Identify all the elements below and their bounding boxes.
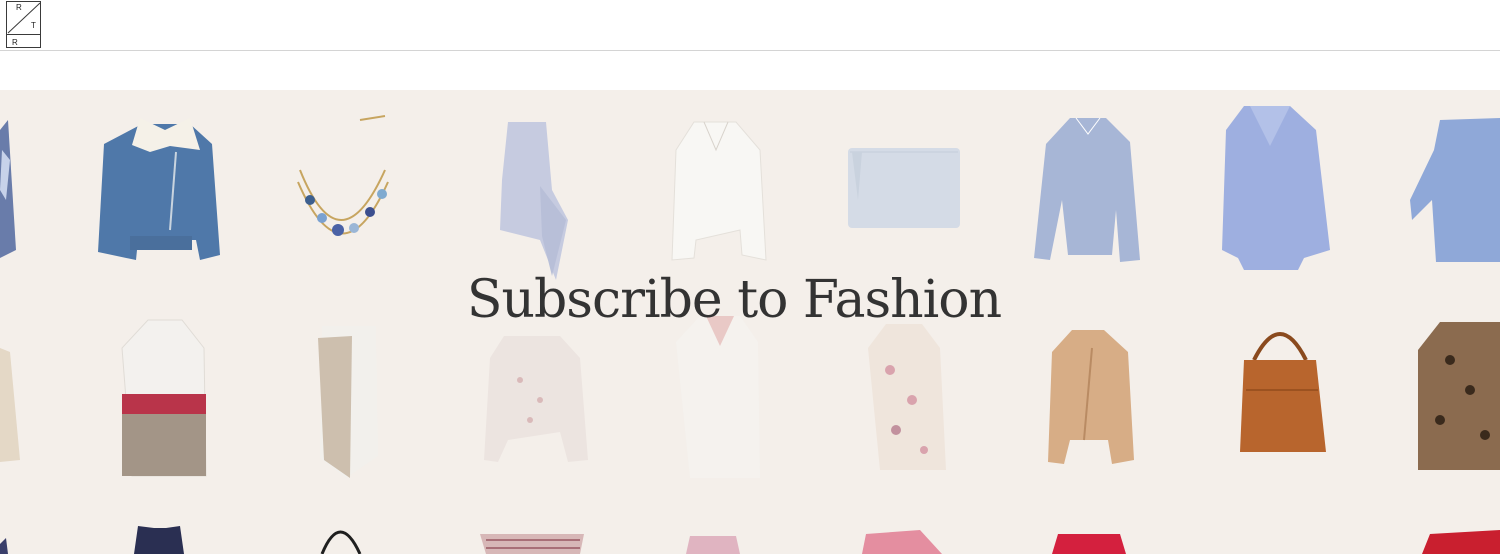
product-blue-clutch: [848, 148, 960, 228]
product-navy-dress: [134, 526, 184, 554]
product-bell-sleeve-dress: [1410, 118, 1500, 262]
product-striped-shirt: [1034, 117, 1140, 262]
logo-divider: [7, 34, 40, 35]
product-pink-top: [862, 530, 942, 554]
product-shift-dress: [318, 326, 378, 478]
site-header: R T R: [0, 0, 1500, 51]
logo-diagonal-icon: [7, 2, 41, 34]
product-leather-hobo-bag: [1240, 332, 1326, 452]
product-tan-moto-jacket: [1048, 330, 1134, 464]
logo-letter-t: T: [31, 21, 36, 30]
product-dress-partial: [0, 538, 8, 554]
product-knit-sweater: [484, 336, 588, 462]
product-floral-lace-dress: [868, 324, 946, 470]
product-leopard-coat: [1418, 322, 1500, 470]
product-ruffle-top: [500, 122, 568, 280]
product-red-dress: [1052, 534, 1126, 554]
product-black-bag: [320, 530, 362, 554]
rtr-logo[interactable]: R T R: [6, 1, 41, 48]
product-crystal-necklace: [297, 115, 389, 236]
logo-letter-r-top: R: [16, 3, 22, 12]
hero-headline: Subscribe to Fashion: [466, 270, 1002, 330]
product-lace-top: [0, 348, 20, 462]
product-pink-skirt: [686, 536, 740, 554]
product-blue-coat: [1222, 106, 1330, 270]
product-white-blouse: [671, 121, 767, 261]
product-striped-top: [480, 534, 584, 554]
product-floral-dress: [0, 120, 16, 258]
product-white-trench: [676, 316, 760, 478]
logo-letter-r-bottom: R: [12, 38, 18, 47]
product-denim-shearling-jacket: [98, 118, 220, 260]
product-red-coat: [1422, 530, 1500, 554]
product-colorblock-coat: [121, 319, 207, 477]
